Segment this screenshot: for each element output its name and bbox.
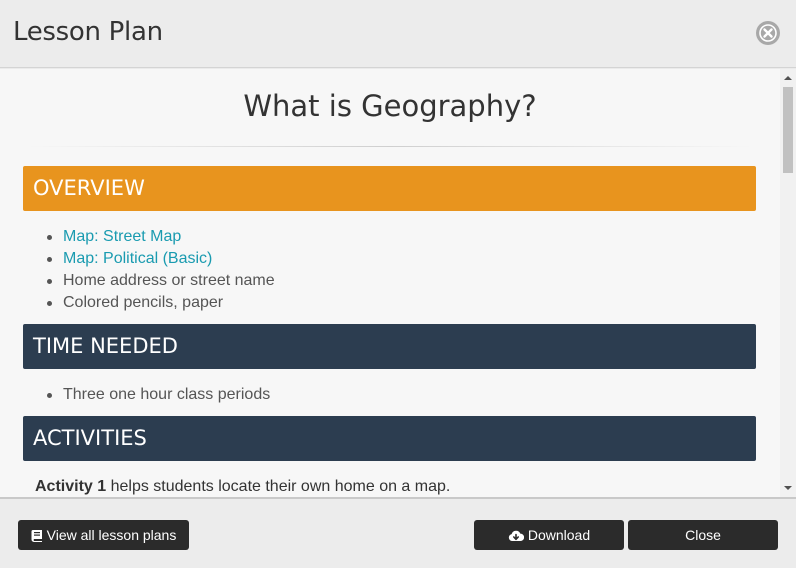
section-heading-time-needed: TIME NEEDED: [23, 324, 756, 369]
modal-header: Lesson Plan: [0, 0, 796, 68]
scroll-down-arrow-icon[interactable]: [784, 486, 792, 490]
close-button[interactable]: Close: [628, 520, 778, 550]
view-all-lesson-plans-button[interactable]: View all lesson plans: [18, 520, 189, 550]
section-heading-overview: OVERVIEW: [23, 166, 756, 211]
political-map-link[interactable]: Map: Political (Basic): [63, 250, 212, 267]
time-needed-list: Three one hour class periods: [45, 384, 270, 406]
list-item[interactable]: Map: Street Map: [45, 226, 275, 248]
title-divider: [28, 146, 752, 147]
street-map-link[interactable]: Map: Street Map: [63, 228, 181, 245]
view-all-label: View all lesson plans: [46, 527, 177, 543]
download-button[interactable]: Download: [474, 520, 624, 550]
modal-body[interactable]: What is Geography? OVERVIEW Map: Street …: [0, 69, 796, 497]
scroll-up-arrow-icon[interactable]: [784, 76, 792, 80]
section-heading-activities: ACTIVITIES: [23, 416, 756, 461]
cloud-download-icon: [508, 530, 524, 541]
vertical-scrollbar[interactable]: [780, 69, 796, 497]
list-item[interactable]: Map: Political (Basic): [45, 248, 275, 270]
overview-list: Map: Street Map Map: Political (Basic) H…: [45, 226, 275, 314]
lesson-plan-modal: Lesson Plan What is Geography? OVERVIEW …: [0, 0, 796, 568]
close-modal-icon[interactable]: [756, 21, 780, 45]
activity-1-description: Activity 1 helps students locate their o…: [35, 478, 450, 496]
list-item: Colored pencils, paper: [45, 292, 275, 314]
lesson-title: What is Geography?: [243, 89, 537, 123]
list-item: Three one hour class periods: [45, 384, 270, 406]
scrollbar-thumb[interactable]: [783, 87, 793, 173]
download-label: Download: [527, 527, 591, 543]
activity-1-label: Activity 1: [35, 478, 107, 495]
book-icon: [31, 530, 42, 542]
activity-1-text: helps students locate their own home on …: [106, 478, 451, 495]
close-label: Close: [685, 527, 721, 543]
times-circle-icon: [757, 22, 779, 44]
modal-title: Lesson Plan: [13, 17, 163, 47]
modal-footer: View all lesson plans Download Close: [0, 497, 796, 568]
list-item: Home address or street name: [45, 270, 275, 292]
